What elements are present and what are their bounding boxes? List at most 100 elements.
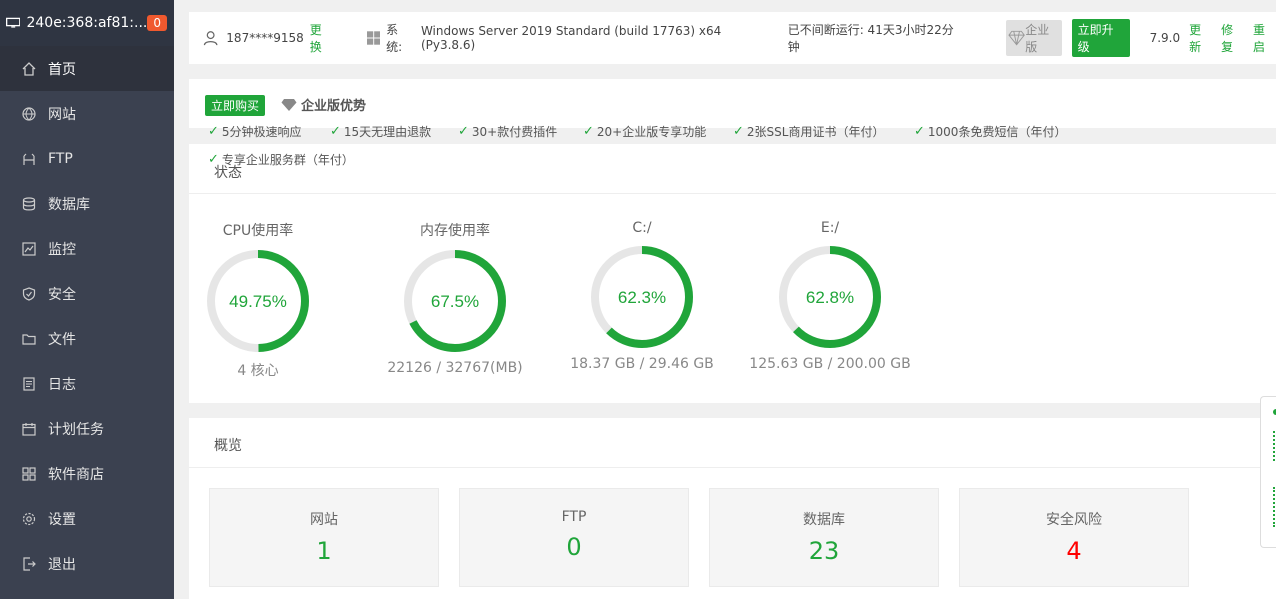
change-account-link[interactable]: 更换 <box>310 21 333 55</box>
database-icon <box>22 196 36 211</box>
sidebar-item-website[interactable]: 网站 <box>0 91 174 136</box>
home-icon <box>22 61 36 76</box>
gauge-label: E:/ <box>820 220 840 236</box>
panel-version: 7.9.0 <box>1149 31 1181 45</box>
divider <box>189 193 1276 194</box>
feature-item: ✓ 30+款付费插件 <box>458 123 557 140</box>
sidebar-item-monitor[interactable]: 监控 <box>0 226 174 271</box>
sidebar-item-cron[interactable]: 计划任务 <box>0 406 174 451</box>
sidebar-item-label: 安全 <box>48 286 76 303</box>
gauge-detail: 22126 / 32767(MB) <box>387 360 523 376</box>
calendar-icon <box>22 422 36 436</box>
sidebar-item-label: 日志 <box>48 376 76 393</box>
gauge-value: 62.8% <box>806 288 854 307</box>
feature-label: 2张SSL商用证书（年付） <box>746 125 885 139</box>
disk-e-gauge[interactable]: E:/ 62.8% 125.63 GB / 200.00 GB <box>730 220 930 372</box>
card-value: 1 <box>316 537 332 565</box>
advantage-label: 企业版优势 <box>301 99 367 114</box>
gauge-detail: 125.63 GB / 200.00 GB <box>749 356 911 372</box>
overview-title: 概览 <box>214 438 242 454</box>
sidebar-item-label: 文件 <box>48 331 76 348</box>
sidebar-item-label: 网站 <box>48 106 76 123</box>
gauge-ring: 49.75% <box>207 250 309 352</box>
sidebar-item-label: 首页 <box>48 61 76 78</box>
feature-label: 专享企业服务群（年付） <box>221 153 354 167</box>
folder-icon <box>22 332 36 346</box>
sidebar-item-label: 监控 <box>48 241 76 258</box>
repair-link[interactable]: 修复 <box>1221 21 1244 55</box>
sidebar-item-store[interactable]: 软件商店 <box>0 451 174 496</box>
gauge-ring: 67.5% <box>404 250 506 352</box>
server-name: 240e:368:af81:... <box>26 15 148 31</box>
sidebar-item-ftp[interactable]: FTP <box>0 136 174 181</box>
sidebar-item-logs[interactable]: 日志 <box>0 361 174 406</box>
sidebar-item-logout[interactable]: 退出 <box>0 541 174 586</box>
floating-side-tab[interactable] <box>1260 396 1276 548</box>
buy-now-button[interactable]: 立即购买 <box>205 95 266 116</box>
memory-gauge[interactable]: 内存使用率 67.5% 22126 / 32767(MB) <box>355 220 555 376</box>
enterprise-advantage[interactable]: 企业版优势 <box>281 95 366 114</box>
enterprise-label: 企业版 <box>1025 23 1050 54</box>
sidebar-item-label: 设置 <box>48 511 76 528</box>
sidebar-item-home[interactable]: 首页 <box>0 46 174 91</box>
check-icon: ✓ <box>914 124 925 139</box>
diamond-icon <box>281 98 297 111</box>
gauge-label: CPU使用率 <box>222 223 294 239</box>
feature-label: 30+款付费插件 <box>471 125 558 139</box>
feature-label: 15天无理由退款 <box>343 125 432 139</box>
card-label: FTP <box>561 509 587 525</box>
divider <box>189 467 1276 468</box>
upgrade-button[interactable]: 立即升级 <box>1071 19 1130 57</box>
overview-card-ftp[interactable]: FTP 0 <box>459 488 689 587</box>
shield-icon <box>22 286 36 301</box>
diamond-icon <box>1008 30 1025 46</box>
cpu-gauge[interactable]: CPU使用率 49.75% 4 核心 <box>158 220 358 380</box>
windows-icon <box>366 31 381 45</box>
check-icon: ✓ <box>208 124 219 139</box>
disk-c-gauge[interactable]: C:/ 62.3% 18.37 GB / 29.46 GB <box>542 220 742 372</box>
feature-item: ✓ 15天无理由退款 <box>330 123 431 140</box>
sidebar-item-security[interactable]: 安全 <box>0 271 174 316</box>
gauge-detail: 4 核心 <box>237 363 279 379</box>
gauge-ring: 62.8% <box>779 246 881 348</box>
gear-icon <box>22 512 36 526</box>
restart-link[interactable]: 重启 <box>1253 21 1276 55</box>
gauge-label: 内存使用率 <box>420 223 490 239</box>
server-header[interactable]: 240e:368:af81:... 0 <box>0 0 174 46</box>
sidebar-item-files[interactable]: 文件 <box>0 316 174 361</box>
update-link[interactable]: 更新 <box>1189 21 1212 55</box>
overview-card-security-risk[interactable]: 安全风险 4 <box>959 488 1189 587</box>
overview-card-websites[interactable]: 网站 1 <box>209 488 439 587</box>
gauge-label: C:/ <box>632 220 652 236</box>
sidebar-item-database[interactable]: 数据库 <box>0 181 174 226</box>
feature-label: 5分钟极速响应 <box>221 125 302 139</box>
gauge-ring: 62.3% <box>591 246 693 348</box>
uptime-text: 已不间断运行: 41天3小时22分钟 <box>787 23 954 54</box>
card-value: 4 <box>1066 537 1082 565</box>
system-label: 系统: <box>386 23 403 54</box>
sidebar-item-label: 计划任务 <box>48 421 104 438</box>
notification-badge[interactable]: 0 <box>147 15 167 31</box>
feature-item: ✓ 专享企业服务群（年付） <box>208 151 354 168</box>
check-icon: ✓ <box>583 124 594 139</box>
ftp-icon <box>22 152 36 166</box>
card-label: 安全风险 <box>1046 512 1102 528</box>
check-icon: ✓ <box>208 152 219 167</box>
feature-item: ✓ 2张SSL商用证书（年付） <box>733 123 884 140</box>
top-info-bar: 187****9158 更换 系统: Windows Server 2019 S… <box>189 12 1276 64</box>
grid-icon <box>22 466 36 481</box>
gauge-detail: 18.37 GB / 29.46 GB <box>570 356 714 372</box>
sidebar-item-label: 数据库 <box>48 196 90 213</box>
sidebar-item-settings[interactable]: 设置 <box>0 496 174 541</box>
os-info: Windows Server 2019 Standard (build 1776… <box>420 24 722 52</box>
enterprise-badge: 企业版 <box>1005 20 1062 56</box>
overview-panel: 概览 网站 1 FTP 0 数据库 23 安全风险 4 <box>189 418 1276 599</box>
status-panel: 状态 CPU使用率 49.75% 4 核心 内存使用率 67.5% 22126 … <box>189 144 1276 403</box>
overview-card-databases[interactable]: 数据库 23 <box>709 488 939 587</box>
check-icon: ✓ <box>458 124 469 139</box>
card-value: 23 <box>808 537 840 565</box>
card-value: 0 <box>566 533 582 561</box>
monitor-icon <box>6 17 21 28</box>
sidebar-item-label: FTP <box>48 150 73 167</box>
log-icon <box>22 376 36 391</box>
